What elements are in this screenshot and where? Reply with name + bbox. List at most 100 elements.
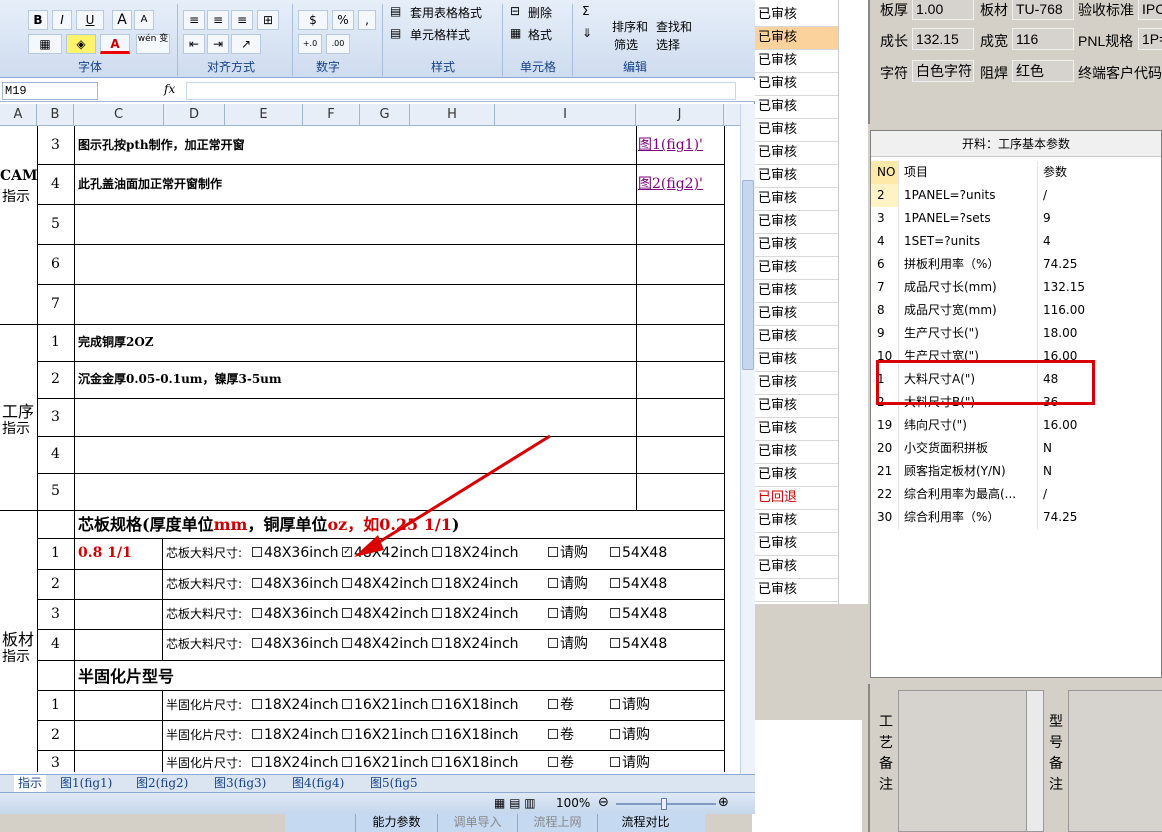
align-center-button[interactable]: ≡ bbox=[207, 10, 229, 30]
status-cell[interactable]: 已审核 bbox=[752, 464, 838, 487]
zoom-in-icon[interactable]: ⊕ bbox=[718, 795, 729, 810]
status-cell[interactable]: 已审核 bbox=[752, 280, 838, 303]
column-header-e[interactable]: E bbox=[225, 104, 303, 126]
row-number[interactable]: 3 bbox=[37, 750, 74, 772]
core-spec-cell[interactable] bbox=[78, 569, 162, 599]
column-header-g[interactable]: G bbox=[360, 104, 410, 126]
size-option[interactable]: 18X24inch bbox=[432, 569, 519, 599]
percent-button[interactable]: % bbox=[332, 10, 354, 30]
status-cell[interactable]: 已审核 bbox=[752, 96, 838, 119]
sheet-tab[interactable]: 图2(fig2) bbox=[132, 775, 192, 792]
checkbox-icon[interactable] bbox=[252, 638, 262, 648]
cam-instruction-cell[interactable] bbox=[78, 244, 634, 284]
params-row[interactable]: 3 1PANEL=?sets 9 bbox=[871, 207, 1161, 230]
underline-button[interactable]: U bbox=[76, 10, 104, 30]
sort-filter-button-line1[interactable]: 排序和 bbox=[612, 18, 648, 35]
checkbox-icon[interactable] bbox=[610, 608, 620, 618]
checkbox-icon[interactable] bbox=[432, 699, 442, 709]
size-option[interactable]: 请购 bbox=[610, 720, 650, 750]
process-instruction-cell[interactable] bbox=[78, 436, 634, 473]
checkbox-icon[interactable] bbox=[342, 608, 352, 618]
params-row[interactable]: 21 顾客指定板材(Y/N) N bbox=[871, 460, 1161, 483]
italic-button[interactable]: I bbox=[52, 10, 72, 30]
pnl-field[interactable]: 1P= bbox=[1138, 28, 1162, 50]
size-option[interactable]: 18X24inch bbox=[252, 690, 339, 720]
params-row[interactable]: 9 生产尺寸长(") 18.00 bbox=[871, 322, 1161, 345]
checkbox-icon[interactable] bbox=[252, 547, 262, 557]
flow-online-button[interactable]: 流程上网 bbox=[517, 812, 597, 832]
size-option[interactable]: 16X18inch bbox=[432, 690, 519, 720]
status-cell[interactable]: 已审核 bbox=[752, 27, 838, 50]
row-number[interactable]: 1 bbox=[37, 324, 74, 361]
process-instruction-cell[interactable]: 沉金金厚0.05-0.1um，镍厚3-5um bbox=[78, 361, 634, 398]
row-number[interactable]: 2 bbox=[37, 361, 74, 398]
size-option[interactable]: 18X24inch bbox=[432, 599, 519, 629]
fill-color-button[interactable]: ◈ bbox=[66, 34, 96, 54]
checkbox-icon[interactable] bbox=[548, 638, 558, 648]
increase-decimal-button[interactable]: +.0 bbox=[298, 34, 322, 54]
column-header-j[interactable]: J bbox=[636, 104, 724, 126]
figure-link[interactable] bbox=[638, 244, 724, 284]
status-cell[interactable]: 已审核 bbox=[752, 556, 838, 579]
material-field[interactable]: TU-768 bbox=[1012, 0, 1074, 20]
bold-button[interactable]: B bbox=[28, 10, 48, 30]
sheet-tab[interactable]: 图5(fig5 bbox=[366, 775, 422, 792]
checkbox-icon[interactable] bbox=[342, 757, 352, 767]
checkbox-icon[interactable] bbox=[342, 729, 352, 739]
checkbox-icon[interactable] bbox=[548, 578, 558, 588]
size-option[interactable]: 48X36inch bbox=[252, 629, 339, 660]
cam-instruction-cell[interactable] bbox=[78, 204, 634, 244]
figure-link[interactable] bbox=[638, 284, 724, 324]
checkbox-icon[interactable] bbox=[252, 729, 262, 739]
cam-instruction-cell[interactable]: 图示孔按pth制作，加正常开窗 bbox=[78, 126, 634, 164]
figure-link[interactable]: 图1(fig1)' bbox=[638, 126, 724, 164]
size-option[interactable]: 54X48 bbox=[610, 629, 667, 660]
grow-font-button[interactable]: A bbox=[112, 10, 132, 30]
status-cell[interactable]: 已审核 bbox=[752, 142, 838, 165]
sheet-tab[interactable]: 图3(fig3) bbox=[210, 775, 270, 792]
thickness-field[interactable]: 1.00 bbox=[912, 0, 974, 20]
process-memo-field[interactable] bbox=[898, 690, 1044, 832]
checkbox-icon[interactable] bbox=[252, 578, 262, 588]
params-row[interactable]: 2 1PANEL=?units / bbox=[871, 184, 1161, 207]
column-header-b[interactable]: B bbox=[37, 104, 74, 126]
zoom-slider-thumb[interactable] bbox=[661, 798, 667, 810]
size-option[interactable]: 请购 bbox=[548, 538, 588, 569]
row-number[interactable]: 3 bbox=[37, 126, 74, 164]
size-option[interactable]: 请购 bbox=[610, 750, 650, 772]
size-option[interactable]: 18X24inch bbox=[432, 538, 519, 569]
sort-filter-button-line2[interactable]: 筛选 bbox=[614, 36, 638, 53]
column-header-h[interactable]: H bbox=[410, 104, 495, 126]
align-right-button[interactable]: ≡ bbox=[231, 10, 253, 30]
checkbox-icon[interactable] bbox=[610, 578, 620, 588]
view-buttons-icon[interactable]: ▦ ▤ ▥ bbox=[494, 796, 536, 810]
params-row[interactable]: 6 拼板利用率（%） 74.25 bbox=[871, 253, 1161, 276]
size-option[interactable]: 48X36inch bbox=[252, 538, 339, 569]
phonetic-button[interactable]: wén 变 bbox=[136, 34, 170, 54]
status-cell[interactable]: 已审核 bbox=[752, 188, 838, 211]
vertical-scrollbar[interactable] bbox=[740, 104, 755, 774]
merge-button[interactable]: ⊞ bbox=[257, 10, 279, 30]
table-format-button[interactable]: 套用表格格式 bbox=[410, 4, 482, 21]
row-number[interactable]: 6 bbox=[37, 244, 74, 284]
core-spec-cell[interactable] bbox=[78, 599, 162, 629]
zoom-out-icon[interactable]: ⊖ bbox=[598, 795, 609, 810]
size-option[interactable]: 卷 bbox=[548, 750, 574, 772]
increase-indent-button[interactable]: ⇥ bbox=[207, 34, 229, 54]
size-option[interactable]: 16X21inch bbox=[342, 720, 429, 750]
import-order-button[interactable]: 调单导入 bbox=[437, 812, 517, 832]
size-option[interactable]: 18X24inch bbox=[252, 720, 339, 750]
row-number[interactable]: 4 bbox=[37, 164, 74, 204]
row-number[interactable]: 4 bbox=[37, 629, 74, 660]
size-option[interactable]: 请购 bbox=[548, 599, 588, 629]
checkbox-icon[interactable] bbox=[252, 608, 262, 618]
checkbox-icon[interactable] bbox=[432, 729, 442, 739]
checkbox-icon[interactable] bbox=[432, 608, 442, 618]
memo-scrollbar[interactable] bbox=[1026, 690, 1044, 832]
size-option[interactable]: 48X42inch bbox=[342, 629, 429, 660]
find-select-button-line1[interactable]: 查找和 bbox=[656, 18, 692, 35]
format-button[interactable]: 格式 bbox=[528, 26, 552, 43]
formula-input[interactable] bbox=[186, 82, 736, 100]
status-cell[interactable]: 已审核 bbox=[752, 50, 838, 73]
status-cell[interactable]: 已审核 bbox=[752, 257, 838, 280]
